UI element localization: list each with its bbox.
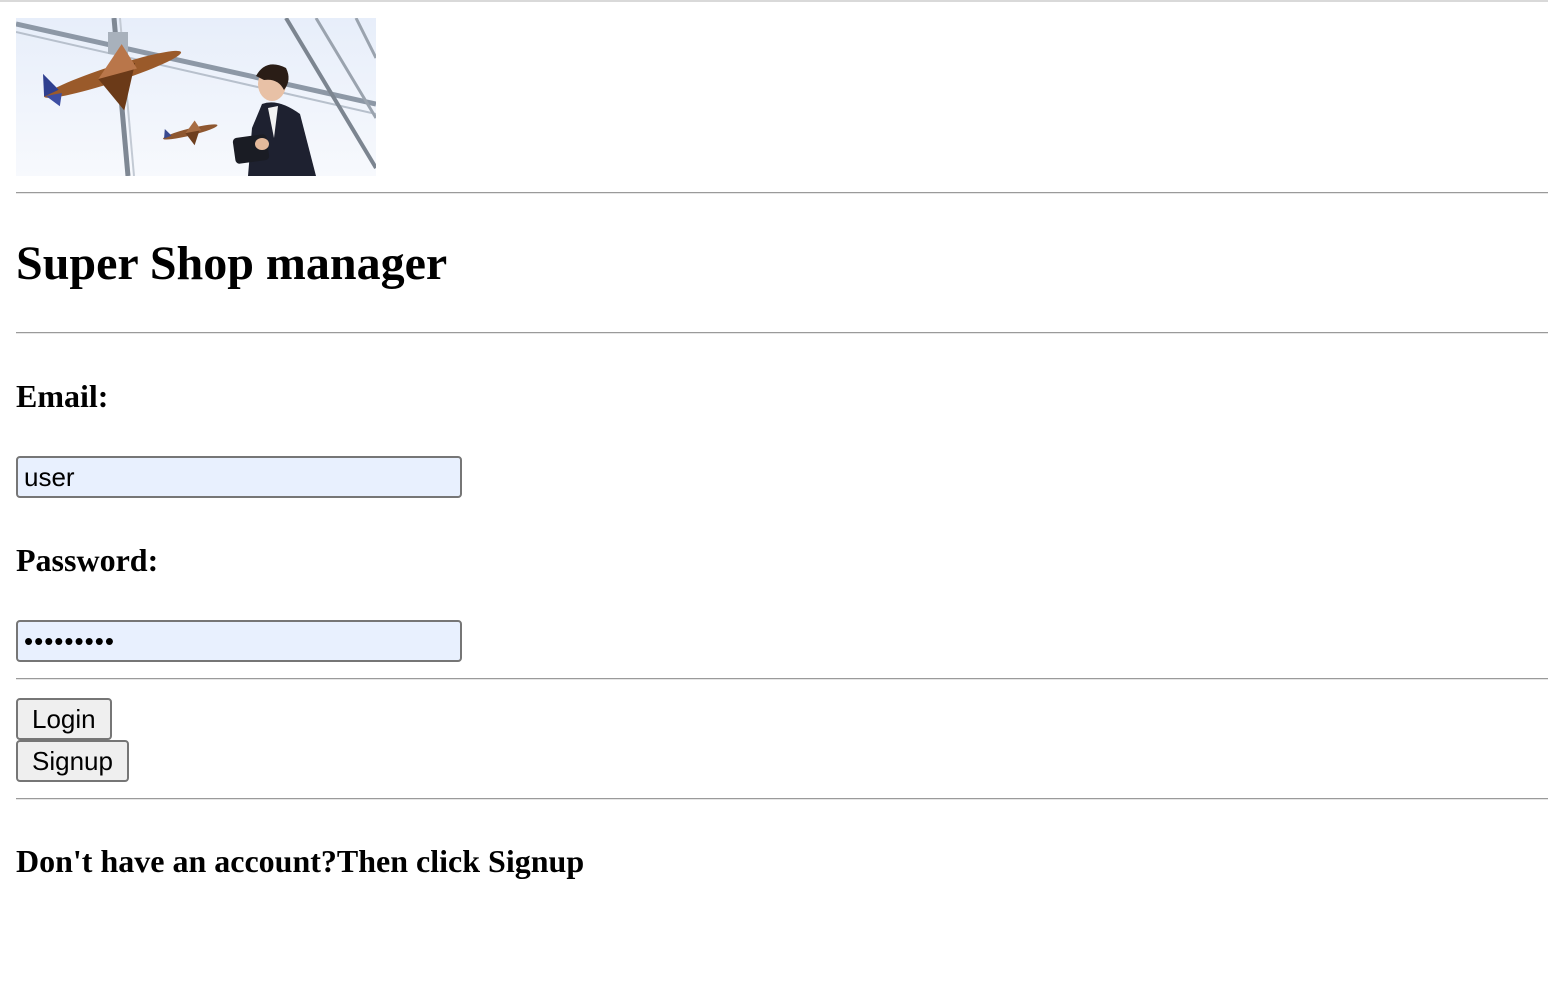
- divider: [16, 192, 1548, 194]
- divider: [16, 678, 1548, 680]
- divider: [16, 798, 1548, 800]
- email-label: Email:: [16, 378, 109, 414]
- password-label: Password:: [16, 542, 159, 578]
- password-field[interactable]: [16, 620, 462, 662]
- page-title: Super Shop manager: [16, 237, 448, 290]
- divider: [16, 332, 1548, 334]
- banner-illustration: [16, 18, 376, 176]
- signup-hint: Don't have an account?Then click Signup: [16, 843, 585, 879]
- login-button[interactable]: Login: [16, 698, 112, 740]
- email-field[interactable]: [16, 456, 462, 498]
- header-banner-image: [16, 18, 376, 176]
- signup-button[interactable]: Signup: [16, 740, 129, 782]
- window-top-edge: [0, 0, 1548, 2]
